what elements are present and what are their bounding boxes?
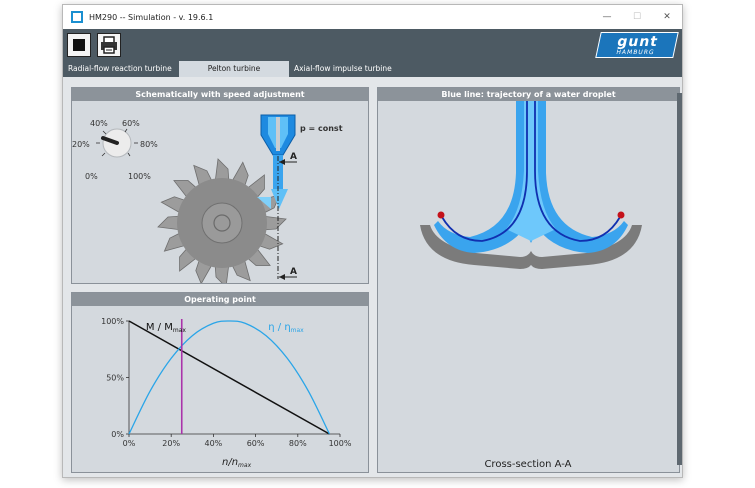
tab-axial-flow[interactable]: Axial-flow impulse turbine xyxy=(289,61,429,77)
section-marker-bottom: A xyxy=(290,267,297,277)
close-button[interactable]: ✕ xyxy=(652,5,682,29)
title-bar: HM290 -- Simulation - v. 19.6.1 — ☐ ✕ xyxy=(63,5,682,29)
gunt-logo: gunt HAMBURG xyxy=(595,32,679,58)
speed-dial[interactable] xyxy=(96,128,138,158)
y-tick-label: 100% xyxy=(101,317,124,326)
droplet-left xyxy=(437,211,445,219)
tab-radial-flow[interactable]: Radial-flow reaction turbine xyxy=(63,61,179,77)
window-title: HM290 -- Simulation - v. 19.6.1 xyxy=(89,12,214,22)
operating-point-chart: 0% 20% 40% 60% 80% 100% 0% 50% 100% M / Mmax η /… xyxy=(101,317,352,469)
x-tick-label: 100% xyxy=(329,439,352,448)
tab-bar: Radial-flow reaction turbine Pelton turb… xyxy=(63,61,682,77)
turbine-schematic: 40% 60% 20% 80% 0% 100% p = const A A xyxy=(72,114,343,283)
minimize-button[interactable]: — xyxy=(592,5,622,29)
app-icon xyxy=(71,11,83,23)
nozzle xyxy=(260,114,296,156)
trajectory-panel: Blue line: trajectory of a water droplet… xyxy=(377,87,680,473)
x-axis-label: n/nmax xyxy=(222,457,252,469)
dial-label-80: 80% xyxy=(140,140,158,149)
printer-icon xyxy=(101,36,117,54)
vertical-scrollbar[interactable] xyxy=(677,93,682,465)
cross-section-view: Cross-section A-A xyxy=(420,101,642,470)
torque-series-label: M / Mmax xyxy=(146,322,187,334)
schematic-panel: Schematically with speed adjustment 40% … xyxy=(71,87,369,284)
dial-label-100: 100% xyxy=(128,172,151,181)
application-window: HM290 -- Simulation - v. 19.6.1 — ☐ ✕ gu… xyxy=(62,4,683,478)
efficiency-series-label: η / ηmax xyxy=(268,322,304,334)
x-tick-label: 40% xyxy=(205,439,223,448)
stop-icon xyxy=(73,39,85,51)
x-tick-label: 0% xyxy=(123,439,136,448)
dial-label-40: 40% xyxy=(90,119,108,128)
toolbar: gunt HAMBURG xyxy=(63,29,682,61)
x-tick-label: 20% xyxy=(162,439,180,448)
pelton-wheel xyxy=(157,158,287,283)
dial-label-20: 20% xyxy=(72,140,90,149)
cross-section-caption: Cross-section A-A xyxy=(484,459,571,470)
window-controls: — ☐ ✕ xyxy=(592,5,682,29)
trajectory-title: Blue line: trajectory of a water droplet xyxy=(378,88,679,101)
dial-label-0: 0% xyxy=(85,172,98,181)
section-marker-top: A xyxy=(290,152,297,162)
tab-pelton[interactable]: Pelton turbine xyxy=(179,61,289,77)
maximize-button[interactable]: ☐ xyxy=(622,5,652,29)
print-button[interactable] xyxy=(97,33,121,57)
x-tick-label: 60% xyxy=(247,439,265,448)
main-content: Schematically with speed adjustment 40% … xyxy=(63,77,682,477)
y-tick-label: 50% xyxy=(106,374,124,383)
x-tick-label: 80% xyxy=(289,439,307,448)
operating-point-panel: Operating point 0% 20% 40% 60% 80% 100% 0% 50% 1… xyxy=(71,292,369,473)
logo-subtext: HAMBURG xyxy=(615,48,656,56)
droplet-right xyxy=(617,211,625,219)
operating-point-title: Operating point xyxy=(72,293,368,306)
stop-button[interactable] xyxy=(67,33,91,57)
y-tick-label: 0% xyxy=(111,430,124,439)
logo-text: gunt xyxy=(615,33,660,50)
pressure-label: p = const xyxy=(300,124,343,133)
dial-label-60: 60% xyxy=(122,119,140,128)
schematic-title: Schematically with speed adjustment xyxy=(72,88,368,101)
torque-series-line xyxy=(128,320,330,435)
